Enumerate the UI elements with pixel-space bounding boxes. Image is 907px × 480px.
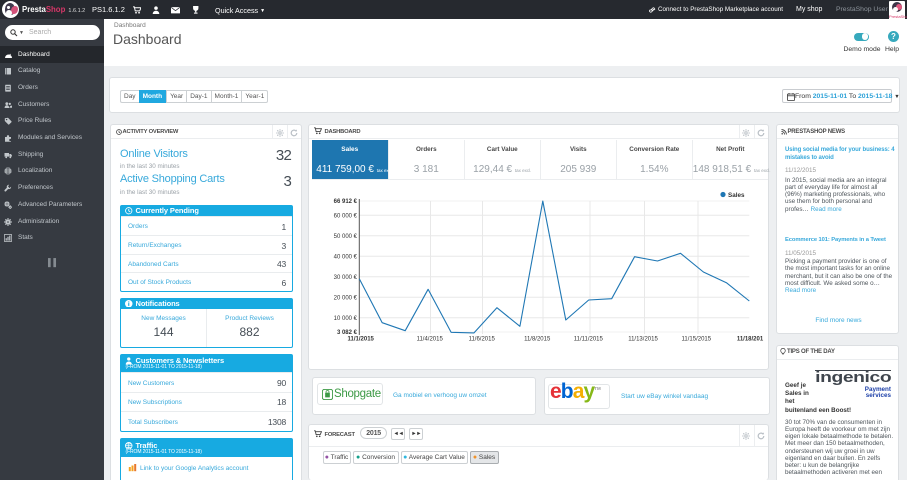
- svg-text:3 082 €: 3 082 €: [337, 330, 358, 336]
- svg-text:11/18/201: 11/18/201: [737, 337, 764, 343]
- svg-text:11/6/2015: 11/6/2015: [469, 337, 496, 343]
- svg-text:10 000 €: 10 000 €: [334, 316, 358, 322]
- svg-text:20 000 €: 20 000 €: [334, 296, 358, 302]
- svg-text:50 000 €: 50 000 €: [334, 234, 358, 240]
- svg-text:11/13/2015: 11/13/2015: [628, 337, 658, 343]
- svg-text:30 000 €: 30 000 €: [334, 275, 358, 281]
- svg-text:11/11/2015: 11/11/2015: [574, 337, 604, 343]
- svg-text:60 000 €: 60 000 €: [334, 213, 358, 219]
- svg-text:11/8/2015: 11/8/2015: [524, 337, 551, 343]
- svg-text:11/4/2015: 11/4/2015: [417, 337, 444, 343]
- svg-text:66 912 €: 66 912 €: [334, 199, 358, 205]
- svg-text:40 000 €: 40 000 €: [334, 254, 358, 260]
- svg-text:11/15/2015: 11/15/2015: [682, 337, 712, 343]
- svg-text:11/1/2015: 11/1/2015: [348, 337, 375, 343]
- svg-text:Sales: Sales: [728, 192, 745, 199]
